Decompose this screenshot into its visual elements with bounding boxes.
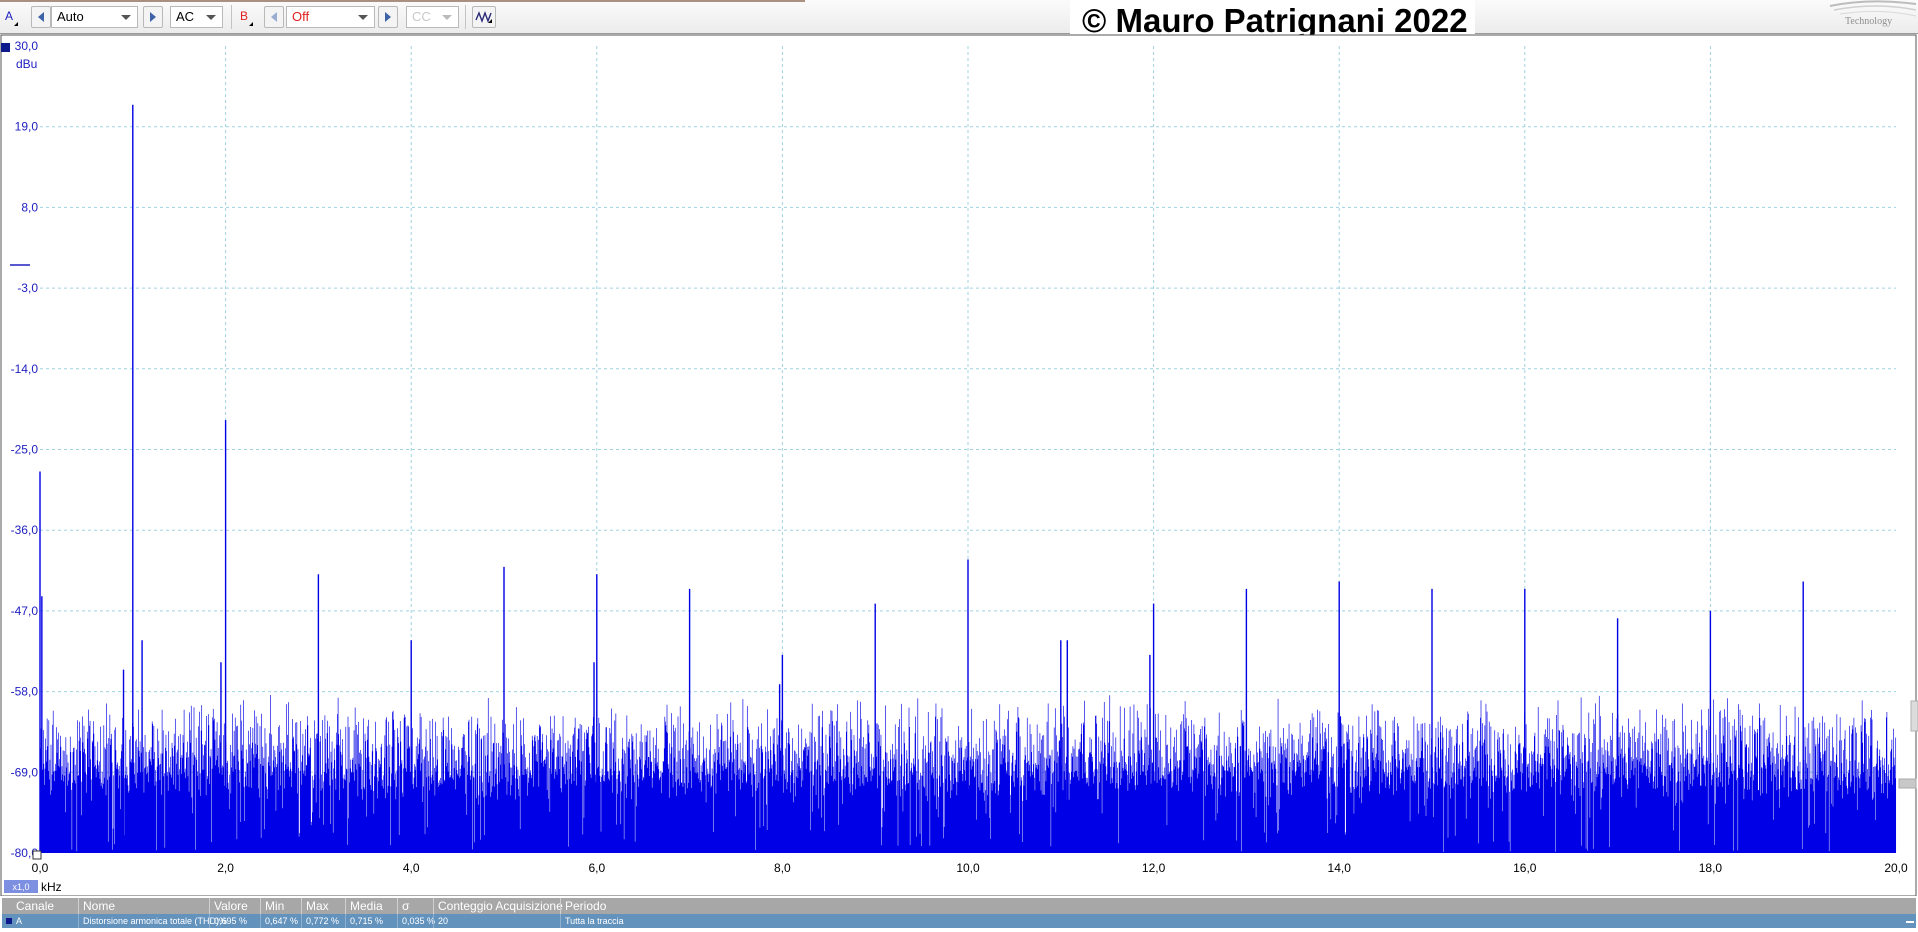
toolbar: A Auto AC B Off CC: [0, 0, 1918, 34]
x-axis-unit: kHz: [41, 880, 62, 894]
y-axis-unit: dBu: [16, 57, 37, 71]
x-tick-label: 20,0: [1884, 861, 1908, 875]
chevron-down-icon: [206, 15, 216, 20]
channel-b-range-value: Off: [292, 9, 310, 24]
y-tick-label: -58,0: [11, 685, 39, 699]
channel-b-coupling-value: CC: [412, 9, 431, 24]
table-cell: A: [16, 916, 23, 926]
chevron-down-icon: [358, 15, 368, 20]
x-tick-label: 6,0: [588, 861, 605, 875]
chevron-down-icon: [121, 15, 131, 20]
channel-b-coupling-select[interactable]: CC: [406, 6, 459, 28]
measurements-table: Canale Nome Valore Min Max Media σ Conteggio Ac…: [2, 898, 1916, 928]
table-cell: 0,035 %: [397, 914, 435, 928]
x-tick-label: 14,0: [1328, 861, 1352, 875]
collapse-icon[interactable]: [1906, 921, 1914, 923]
x-tick-label: 18,0: [1699, 861, 1723, 875]
table-cell: 0,695 %: [209, 914, 247, 928]
table-cell: Tutta la traccia: [560, 914, 624, 928]
arrow-left-icon: [38, 12, 44, 22]
x-tick-label: 16,0: [1513, 861, 1537, 875]
y-tick-label: -47,0: [11, 604, 39, 618]
channel-b-menu-corner-icon[interactable]: [249, 22, 253, 26]
channel-a-range-select[interactable]: Auto: [51, 6, 138, 28]
toolbar-separator: [231, 5, 232, 29]
column-header[interactable]: Valore: [209, 898, 248, 914]
column-header[interactable]: Media: [345, 898, 383, 914]
toolbar-top-strip: [0, 0, 805, 2]
channel-a-menu-corner-icon[interactable]: [14, 22, 18, 26]
y-tick-label: -3,0: [17, 281, 38, 295]
spectrum-chart[interactable]: 30,0 19,0 8,0 -3,0 -14,0 -25,0 -36,0 -47,0 -58,0…: [0, 34, 1918, 896]
y-tick-label: -36,0: [11, 523, 39, 537]
table-cell: 0,772 %: [301, 914, 339, 928]
channel-b-label[interactable]: B: [240, 9, 248, 23]
arrow-left-icon: [271, 12, 277, 22]
x-tick-label: 0,0: [32, 861, 49, 875]
x-tick-label: 10,0: [956, 861, 980, 875]
table-cell: 0,715 %: [345, 914, 383, 928]
wave-options-icon: [475, 11, 492, 23]
channel-b-range-select[interactable]: Off: [286, 6, 375, 28]
channel-a-range-value: Auto: [57, 9, 84, 24]
x-tick-label: 12,0: [1142, 861, 1166, 875]
logo-text: Technology: [1845, 16, 1893, 27]
arrow-right-icon: [385, 12, 391, 22]
column-header[interactable]: Nome: [78, 898, 115, 914]
wave-options-button[interactable]: [472, 6, 496, 28]
y-tick-label: 30,0: [15, 39, 39, 53]
y-tick-label: 19,0: [15, 120, 39, 134]
y-tick-label: -69,0: [11, 765, 39, 779]
y-tick-label: -14,0: [11, 362, 39, 376]
column-header[interactable]: Max: [301, 898, 329, 914]
ruler-scroll-handle[interactable]: [1910, 700, 1918, 732]
arrow-right-icon: [150, 12, 156, 22]
channel-a-range-decrease-button[interactable]: [31, 6, 51, 28]
column-header[interactable]: Periodo: [560, 898, 606, 914]
column-header[interactable]: Min: [260, 898, 284, 914]
channel-b-range-decrease-button[interactable]: [264, 6, 284, 28]
table-cell: 20: [433, 914, 448, 928]
toolbar-separator: [465, 5, 466, 29]
x-tick-label: 8,0: [774, 861, 791, 875]
channel-a-coupling-select[interactable]: AC: [170, 6, 223, 28]
x-tick-label: 2,0: [217, 861, 234, 875]
column-header[interactable]: Canale: [12, 898, 54, 914]
table-cell: 0,647 %: [260, 914, 298, 928]
y-tick-label: 8,0: [21, 200, 38, 214]
channel-a-coupling-value: AC: [176, 9, 195, 24]
x-tick-label: 4,0: [403, 861, 420, 875]
measurements-header: Canale Nome Valore Min Max Media σ Conteggio Ac…: [2, 898, 1916, 914]
channel-b-range-increase-button[interactable]: [378, 6, 398, 28]
channel-a-label[interactable]: A: [5, 9, 13, 23]
origin-handle[interactable]: [32, 850, 42, 860]
scale-badge[interactable]: x1,0: [12, 882, 29, 892]
column-header[interactable]: σ: [397, 898, 409, 914]
chevron-down-icon: [442, 15, 452, 20]
measurement-row[interactable]: A Distorsione armonica totale (THD)% 0,695…: [2, 914, 1916, 928]
table-cell: Distorsione armonica totale (THD)%: [78, 914, 227, 928]
channel-a-range-increase-button[interactable]: [143, 6, 163, 28]
channel-a-axis-marker: [1, 43, 10, 52]
y-tick-label: -25,0: [11, 443, 39, 457]
scroll-handle[interactable]: [1898, 778, 1917, 789]
column-header[interactable]: Conteggio Acquisizione: [433, 898, 563, 914]
